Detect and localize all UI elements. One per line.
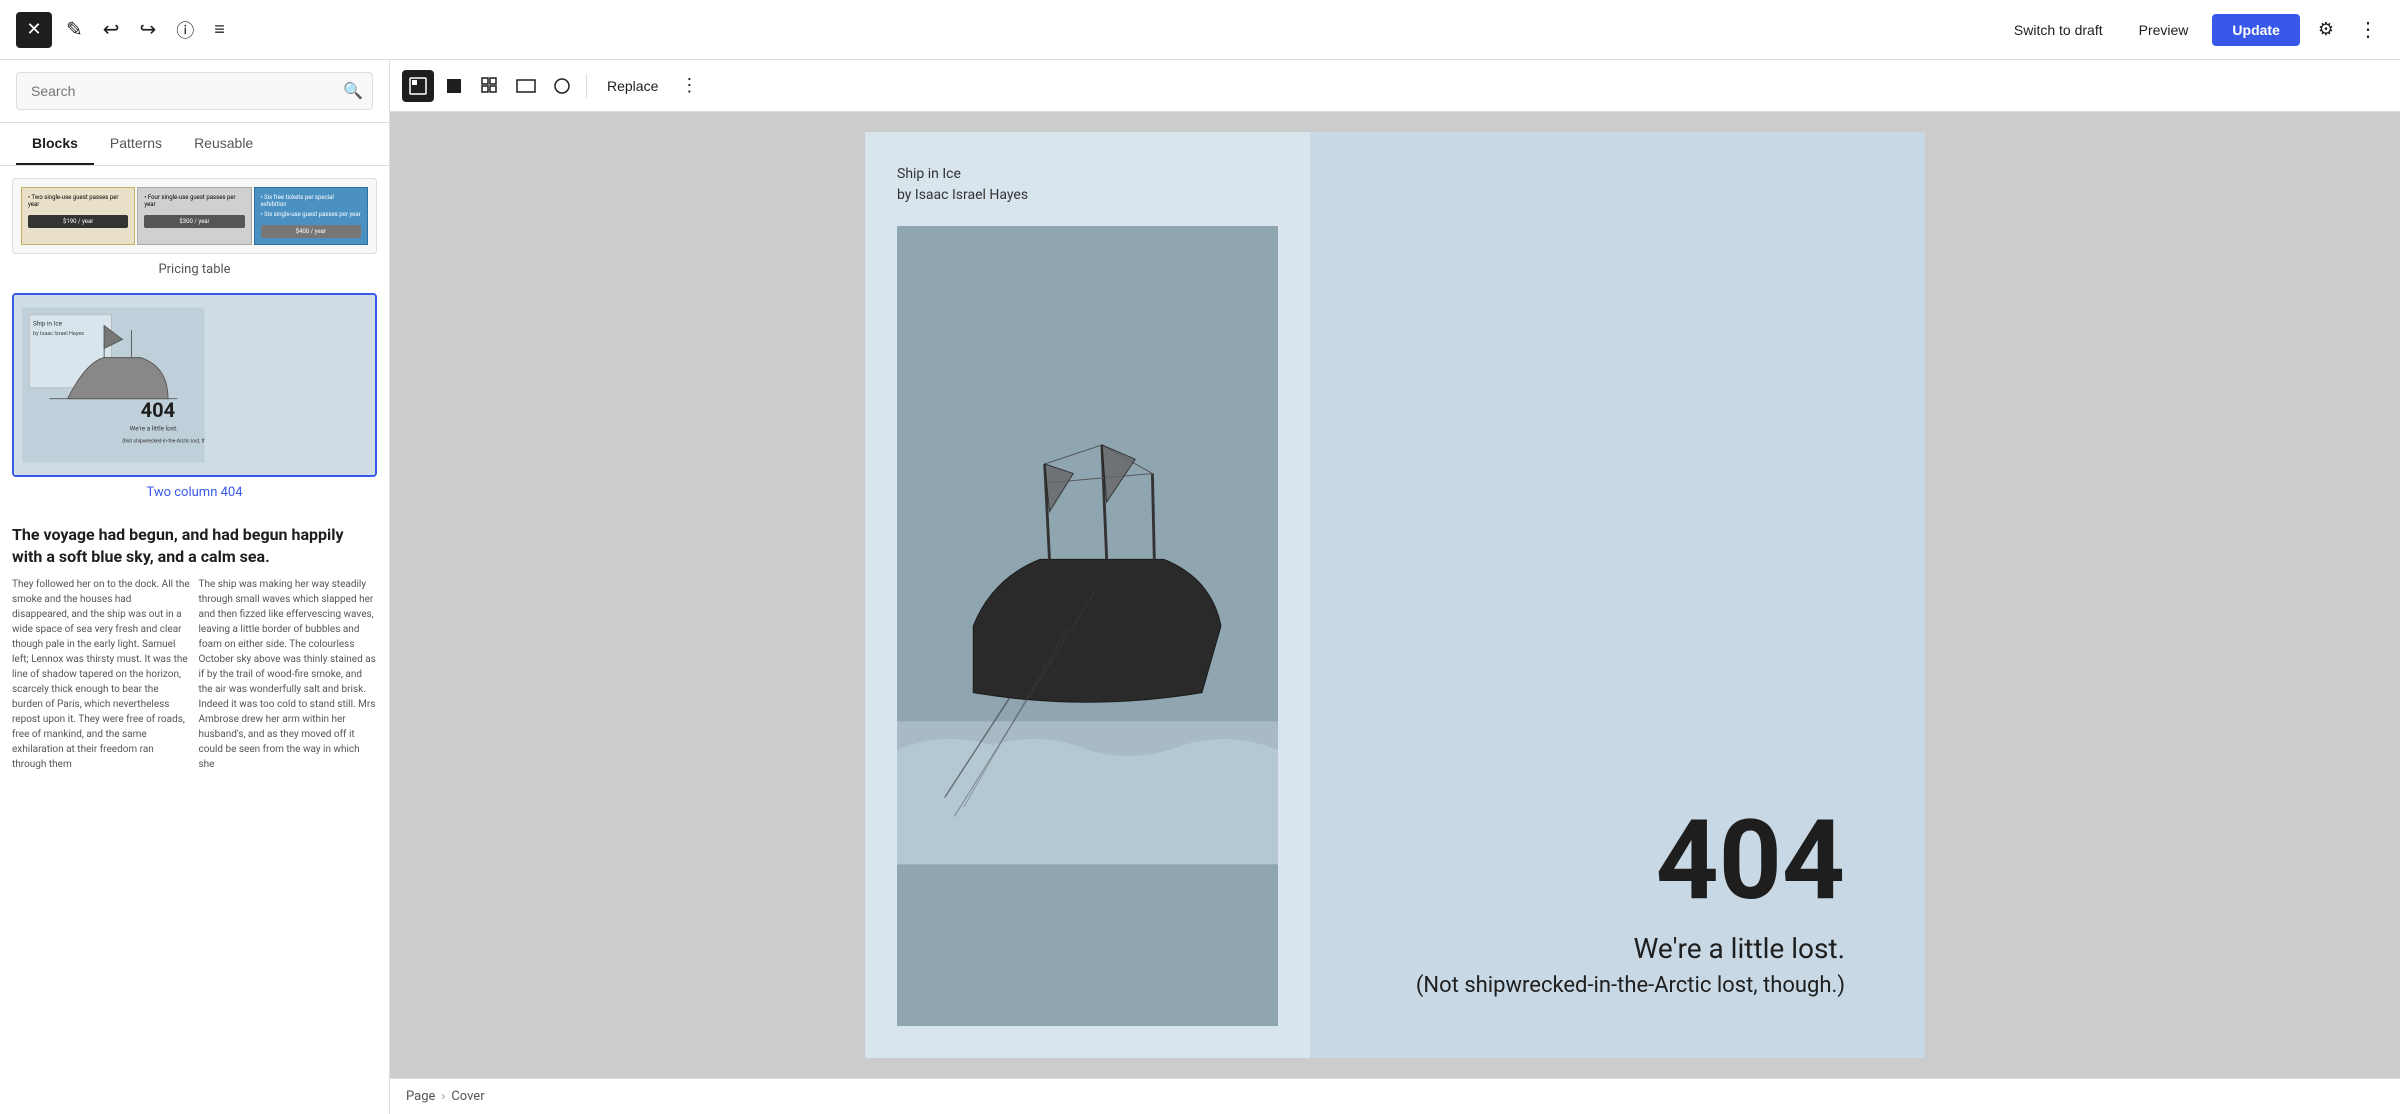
pricing-table-label: Pricing table bbox=[12, 262, 377, 277]
top-toolbar: ✕ ✎ ↩ ↪ ⓘ ≡ Switch to draft Preview Upda… bbox=[0, 0, 2400, 60]
canvas-area[interactable]: Ship in Ice by Isaac Israel Hayes bbox=[390, 112, 2400, 1078]
svg-text:Ship in Ice: Ship in Ice bbox=[33, 320, 63, 328]
ship-svg: Ship in Ice by Isaac Israel Hayes bbox=[22, 303, 205, 467]
preview-button[interactable]: Preview bbox=[2127, 16, 2201, 44]
text-preview: The voyage had begun, and had begun happ… bbox=[12, 512, 377, 784]
text-preview-col1: They followed her on to the dock. All th… bbox=[12, 577, 191, 772]
settings-button[interactable]: ⚙ bbox=[2312, 13, 2340, 46]
square-view-button[interactable] bbox=[438, 70, 470, 102]
two-column-404-label: Two column 404 bbox=[12, 485, 377, 500]
undo-button[interactable]: ↩ bbox=[97, 11, 126, 48]
block-toolbar: Replace ⋮ bbox=[390, 60, 2400, 112]
pricing-price-2: $300 / year bbox=[144, 215, 244, 228]
tab-reusable[interactable]: Reusable bbox=[178, 123, 269, 165]
grid-view-button[interactable] bbox=[474, 70, 506, 102]
breadcrumb-page[interactable]: Page bbox=[406, 1089, 435, 1104]
pricing-price-3: $400 / year bbox=[261, 225, 361, 238]
pricing-table-card[interactable]: • Two single-use guest passes per year $… bbox=[12, 178, 377, 277]
close-button[interactable]: ✕ bbox=[16, 12, 52, 48]
more-options-button[interactable]: ⋮ bbox=[2352, 11, 2384, 48]
toolbar-divider bbox=[586, 74, 587, 98]
pricing-col-3: • Six free tickets per special exhibitio… bbox=[254, 187, 368, 245]
ship-illustration-svg bbox=[897, 226, 1278, 1026]
circle-view-button[interactable] bbox=[546, 70, 578, 102]
pricing-table-preview: • Two single-use guest passes per year $… bbox=[12, 178, 377, 254]
cover-caption: Ship in Ice by Isaac Israel Hayes bbox=[897, 164, 1278, 206]
replace-button[interactable]: Replace bbox=[595, 72, 670, 100]
info-button[interactable]: ⓘ bbox=[170, 11, 200, 49]
canvas-right-area: Replace ⋮ Ship in Ice by Isaac Israel Ha… bbox=[390, 60, 2400, 1114]
page-canvas: Ship in Ice by Isaac Israel Hayes bbox=[865, 132, 1925, 1058]
pricing-col-1: • Two single-use guest passes per year $… bbox=[21, 187, 135, 245]
tabs-bar: Blocks Patterns Reusable bbox=[0, 123, 389, 166]
search-input-wrapper: 🔍 bbox=[16, 72, 373, 110]
lost-text: We're a little lost. bbox=[1634, 932, 1845, 965]
tab-patterns[interactable]: Patterns bbox=[94, 123, 178, 165]
caption-line2: by Isaac Israel Hayes bbox=[897, 187, 1028, 203]
menu-button[interactable]: ≡ bbox=[208, 13, 231, 46]
svg-text:We're a little lost.: We're a little lost. bbox=[130, 425, 178, 433]
text-preview-heading: The voyage had begun, and had begun happ… bbox=[12, 524, 377, 569]
two-column-404-preview: Ship in Ice by Isaac Israel Hayes bbox=[14, 295, 375, 475]
two-column-404-card[interactable]: Ship in Ice by Isaac Israel Hayes bbox=[12, 293, 377, 477]
canvas-content: Ship in Ice by Isaac Israel Hayes bbox=[390, 112, 2400, 1078]
tab-blocks[interactable]: Blocks bbox=[16, 123, 94, 165]
update-button[interactable]: Update bbox=[2212, 14, 2299, 46]
cover-left-panel: Ship in Ice by Isaac Israel Hayes bbox=[865, 132, 1310, 1058]
pricing-price-1: $190 / year bbox=[28, 215, 128, 228]
big-404-text: 404 bbox=[1656, 806, 1845, 916]
wide-view-button[interactable] bbox=[510, 70, 542, 102]
caption-line1: Ship in Ice bbox=[897, 166, 961, 182]
bottom-bar: Page › Cover bbox=[390, 1078, 2400, 1114]
mini-preview-left: Ship in Ice by Isaac Israel Hayes bbox=[14, 295, 213, 475]
not-ship-text: (Not shipwrecked-in-the-Arctic lost, tho… bbox=[1416, 973, 1845, 998]
switch-to-draft-button[interactable]: Switch to draft bbox=[2002, 16, 2115, 44]
svg-text:(Not shipwrecked-in-the-Arctic: (Not shipwrecked-in-the-Arctic lost, tho… bbox=[122, 438, 204, 445]
cover-right-panel: 404 We're a little lost. (Not shipwrecke… bbox=[1310, 132, 1925, 1058]
cover-view-button[interactable] bbox=[402, 70, 434, 102]
breadcrumb-cover: Cover bbox=[451, 1089, 484, 1104]
svg-text:404: 404 bbox=[141, 398, 176, 422]
breadcrumb-separator: › bbox=[441, 1089, 445, 1104]
search-input[interactable] bbox=[16, 72, 373, 110]
cover-ship-image bbox=[897, 226, 1278, 1026]
toolbar-left: ✕ ✎ ↩ ↪ ⓘ ≡ bbox=[16, 11, 231, 49]
search-bar: 🔍 bbox=[0, 60, 389, 123]
search-icon-button[interactable]: 🔍 bbox=[343, 81, 363, 101]
pricing-col-2: • Four single-use guest passes per year … bbox=[137, 187, 251, 245]
text-preview-col2: The ship was making her way steadily thr… bbox=[199, 577, 378, 772]
block-more-button[interactable]: ⋮ bbox=[674, 69, 704, 102]
pen-button[interactable]: ✎ bbox=[60, 11, 89, 48]
redo-button[interactable]: ↪ bbox=[134, 11, 163, 48]
toolbar-right: Switch to draft Preview Update ⚙ ⋮ bbox=[2002, 11, 2384, 48]
left-sidebar: 🔍 Blocks Patterns Reusable • Two single-… bbox=[0, 60, 390, 1114]
sidebar-content[interactable]: • Two single-use guest passes per year $… bbox=[0, 166, 389, 1114]
svg-text:by Isaac Israel Hayes: by Isaac Israel Hayes bbox=[33, 331, 84, 337]
text-preview-body: They followed her on to the dock. All th… bbox=[12, 577, 377, 772]
main-area: 🔍 Blocks Patterns Reusable • Two single-… bbox=[0, 60, 2400, 1114]
